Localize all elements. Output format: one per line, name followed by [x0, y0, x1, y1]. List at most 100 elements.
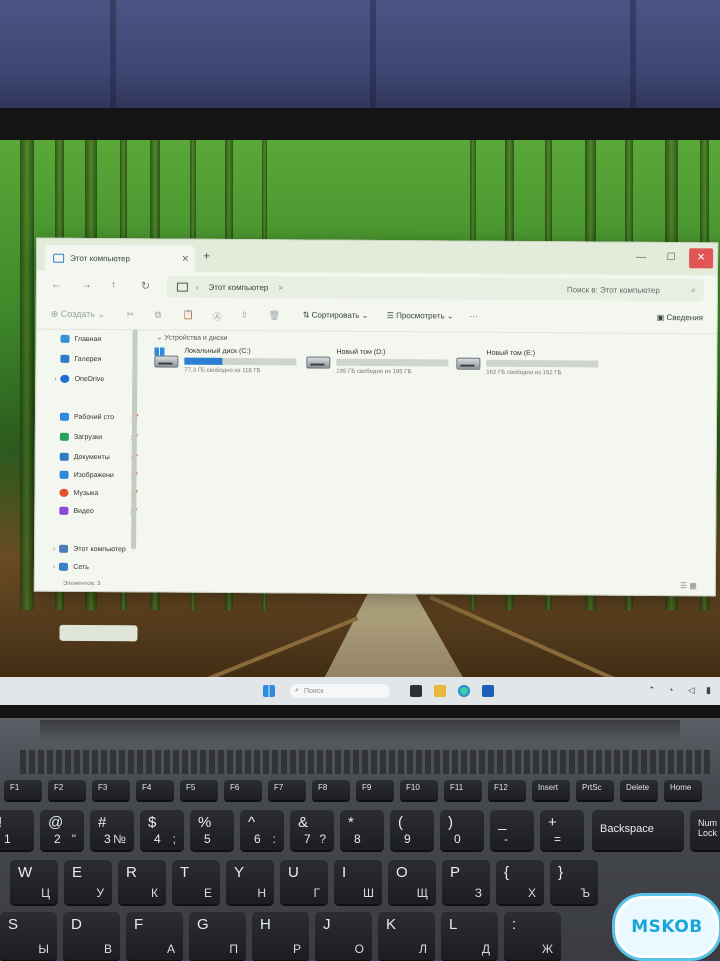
- sidebar-item-onedrive[interactable]: ›OneDrive: [54, 375, 104, 383]
- key[interactable]: JО: [315, 912, 372, 960]
- chevron-right-icon: ›: [53, 563, 55, 570]
- tab-this-pc[interactable]: Этот компьютер ✕: [45, 245, 195, 272]
- create-button[interactable]: ⊕ Создать ⌄: [51, 309, 105, 320]
- taskbar-search[interactable]: ⌕ Поиск: [290, 684, 390, 698]
- key[interactable]: KЛ: [378, 912, 435, 960]
- key[interactable]: +=: [540, 810, 584, 850]
- file-explorer-icon[interactable]: [434, 685, 446, 697]
- sort-button[interactable]: ⇅ Сортировать ⌄: [303, 310, 369, 319]
- key[interactable]: }Ъ: [550, 860, 598, 904]
- key[interactable]: )0: [440, 810, 484, 850]
- sidebar-item-gallery[interactable]: Галерея: [60, 355, 101, 363]
- sidebar-item-downloads[interactable]: Загрузки: [60, 433, 102, 441]
- key[interactable]: _-: [490, 810, 534, 850]
- minimize-button[interactable]: —: [629, 248, 653, 268]
- section-header[interactable]: ⌄ Устройства и диски: [157, 333, 228, 341]
- sidebar-item-video[interactable]: Видео: [59, 507, 94, 515]
- function-key[interactable]: F7: [268, 780, 306, 800]
- key[interactable]: LД: [441, 912, 498, 960]
- key[interactable]: DВ: [63, 912, 120, 960]
- sidebar-item-desktop[interactable]: Рабочий сто: [60, 413, 114, 421]
- function-key[interactable]: F10: [400, 780, 438, 800]
- sidebar-item-this-pc[interactable]: ›Этот компьютер: [53, 545, 126, 554]
- copy-icon[interactable]: ⧉: [155, 309, 162, 320]
- more-button[interactable]: ···: [470, 312, 478, 321]
- key[interactable]: #3№: [90, 810, 134, 850]
- sidebar-item-home[interactable]: Главная: [61, 335, 102, 343]
- key[interactable]: !1: [0, 810, 34, 850]
- drive-d[interactable]: Новый том (D:) 195 ГБ свободно из 195 ГБ: [306, 349, 456, 380]
- function-key[interactable]: F12: [488, 780, 526, 800]
- search-input[interactable]: Поиск в: Этот компьютер ⌕: [559, 278, 704, 301]
- backspace-key[interactable]: Backspace: [592, 810, 684, 850]
- tray-chevron-icon[interactable]: ⌃: [648, 685, 656, 696]
- rename-icon[interactable]: Ⓐ: [213, 310, 222, 323]
- delete-icon[interactable]: 🗑: [269, 310, 281, 321]
- key[interactable]: UГ: [280, 860, 328, 904]
- function-key[interactable]: F6: [224, 780, 262, 800]
- key[interactable]: PЗ: [442, 860, 490, 904]
- task-view-icon[interactable]: [410, 685, 422, 697]
- up-button[interactable]: ↑: [111, 279, 117, 291]
- maximize-button[interactable]: ☐: [659, 248, 683, 268]
- key[interactable]: HР: [252, 912, 309, 960]
- sidebar-item-pictures[interactable]: Изображени: [60, 471, 114, 479]
- function-key[interactable]: F1: [4, 780, 42, 800]
- sidebar-item-music[interactable]: Музыка: [59, 489, 98, 497]
- function-key[interactable]: Insert: [532, 780, 570, 800]
- function-key[interactable]: F4: [136, 780, 174, 800]
- share-icon[interactable]: ⇪: [241, 310, 249, 321]
- key[interactable]: &7?: [290, 810, 334, 850]
- close-tab-icon[interactable]: ✕: [182, 254, 190, 265]
- cut-icon[interactable]: ✂: [127, 309, 135, 320]
- wifi-icon[interactable]: ◔: [668, 685, 673, 695]
- function-key[interactable]: F9: [356, 780, 394, 800]
- key[interactable]: :Ж: [504, 912, 561, 960]
- key[interactable]: (9: [390, 810, 434, 850]
- new-tab-button[interactable]: +: [203, 249, 210, 263]
- key[interactable]: WЦ: [10, 860, 58, 904]
- key[interactable]: GП: [189, 912, 246, 960]
- paste-icon[interactable]: 📋: [183, 310, 194, 321]
- refresh-button[interactable]: ↻: [141, 279, 150, 292]
- volume-icon[interactable]: ◁: [688, 685, 695, 696]
- num-lock-key[interactable]: Num Lock: [690, 810, 720, 850]
- details-button[interactable]: ▣ Сведения: [657, 313, 703, 322]
- function-key[interactable]: Home: [664, 780, 702, 800]
- key[interactable]: YН: [226, 860, 274, 904]
- back-button[interactable]: ←: [51, 279, 62, 291]
- key[interactable]: TЕ: [172, 860, 220, 904]
- battery-icon[interactable]: ▮: [706, 685, 711, 696]
- function-key[interactable]: F11: [444, 780, 482, 800]
- close-button[interactable]: ✕: [689, 248, 713, 268]
- key[interactable]: OЩ: [388, 860, 436, 904]
- function-key[interactable]: Delete: [620, 780, 658, 800]
- key[interactable]: EУ: [64, 860, 112, 904]
- key[interactable]: SЫ: [0, 912, 57, 960]
- function-key[interactable]: F8: [312, 780, 350, 800]
- key[interactable]: %5: [190, 810, 234, 850]
- view-toggle-icons[interactable]: ☰ ▦: [680, 581, 697, 590]
- key[interactable]: FА: [126, 912, 183, 960]
- address-bar[interactable]: › Этот компьютер >: [167, 276, 562, 301]
- start-icon[interactable]: [263, 685, 275, 697]
- key[interactable]: RК: [118, 860, 166, 904]
- edge-icon[interactable]: [458, 685, 470, 697]
- drive-e[interactable]: Новый том (E:) 162 ГБ свободно из 162 ГБ: [456, 350, 606, 381]
- key[interactable]: *8: [340, 810, 384, 850]
- function-key[interactable]: F5: [180, 780, 218, 800]
- key[interactable]: @2": [40, 810, 84, 850]
- sidebar-item-documents[interactable]: Документы: [60, 453, 110, 461]
- key[interactable]: {Х: [496, 860, 544, 904]
- drive-c[interactable]: Локальный диск (C:) 77,3 ГБ свободно из …: [154, 347, 304, 378]
- forward-button[interactable]: →: [81, 279, 92, 291]
- key[interactable]: $4;: [140, 810, 184, 850]
- function-key[interactable]: F2: [48, 780, 86, 800]
- key[interactable]: ^6:: [240, 810, 284, 850]
- sidebar-item-network[interactable]: ›Сеть: [53, 563, 89, 571]
- function-key[interactable]: F3: [92, 780, 130, 800]
- key[interactable]: IШ: [334, 860, 382, 904]
- store-icon[interactable]: [482, 685, 494, 697]
- view-button[interactable]: ☰ Просмотреть ⌄: [387, 311, 454, 320]
- function-key[interactable]: PrtSc: [576, 780, 614, 800]
